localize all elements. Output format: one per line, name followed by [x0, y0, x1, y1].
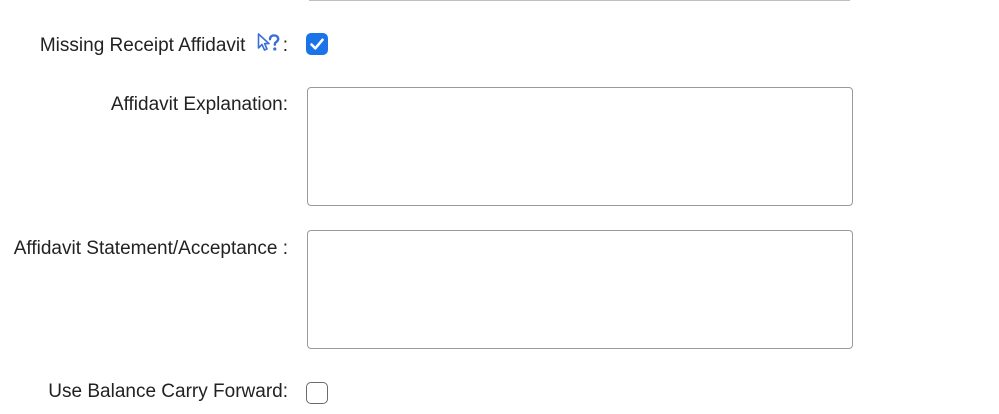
- missing-receipt-affidavit-label: Missing Receipt Affidavit :: [40, 33, 288, 59]
- affidavit-form: Missing Receipt Affidavit : Affidavit Ex…: [0, 0, 999, 414]
- missing-receipt-colon: :: [282, 35, 288, 57]
- pointer-question-icon[interactable]: [257, 31, 281, 59]
- balance-carry-forward-label: Use Balance Carry Forward:: [48, 381, 288, 402]
- affidavit-statement-textarea[interactable]: [307, 230, 853, 349]
- affidavit-explanation-label: Affidavit Explanation:: [110, 94, 288, 115]
- affidavit-explanation-textarea[interactable]: [307, 87, 853, 206]
- checkmark-icon: [310, 38, 324, 50]
- top-divider: [309, 0, 850, 1]
- balance-carry-forward-checkbox[interactable]: [306, 382, 328, 404]
- missing-receipt-affidavit-checkbox[interactable]: [306, 33, 328, 55]
- affidavit-statement-label: Affidavit Statement/Acceptance :: [13, 238, 288, 259]
- missing-receipt-affidavit-label-text: Missing Receipt Affidavit: [39, 35, 246, 57]
